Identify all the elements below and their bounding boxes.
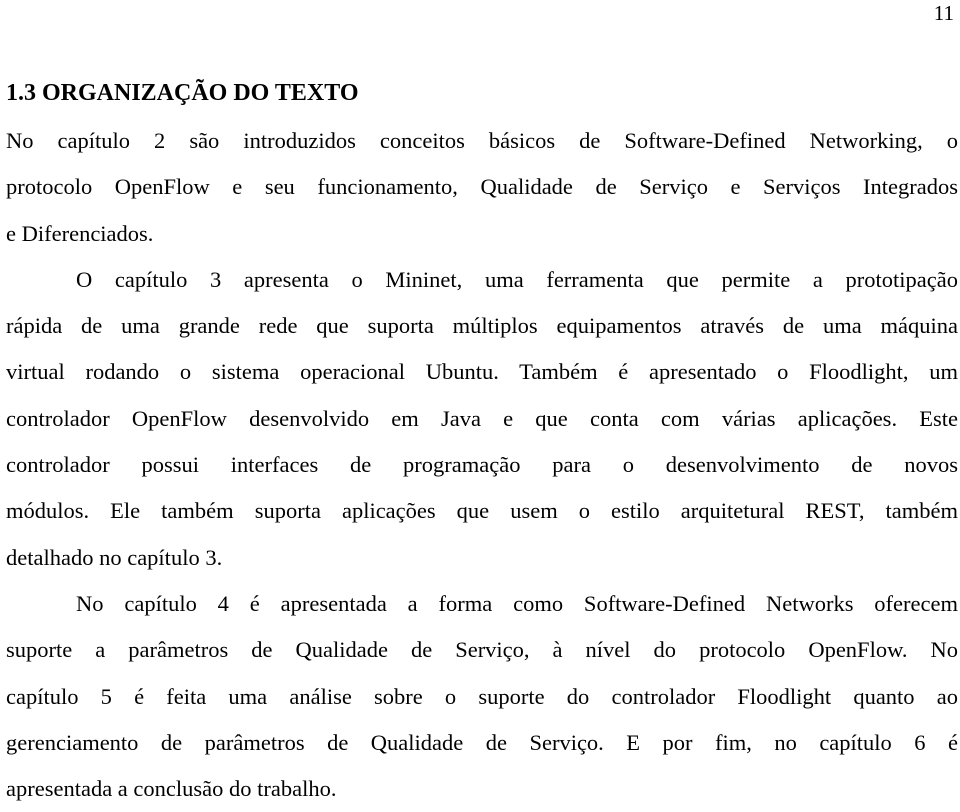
section-title: 1.3 ORGANIZAÇÃO DO TEXTO bbox=[6, 80, 359, 106]
text-line: capítulo 5 é feita uma análise sobre o s… bbox=[6, 683, 958, 709]
text-line: protocolo OpenFlow e seu funcionamento, … bbox=[6, 174, 958, 200]
text-line: No capítulo 4 é apresentada a forma como… bbox=[76, 590, 958, 616]
text-line: gerenciamento de parâmetros de Qualidade… bbox=[6, 729, 958, 755]
text-line: O capítulo 3 apresenta o Mininet, uma fe… bbox=[76, 266, 958, 292]
text-line: No capítulo 2 são introduzidos conceitos… bbox=[6, 128, 958, 153]
paragraph-chapter-3: O capítulo 3 apresenta o Mininet, uma fe… bbox=[6, 257, 958, 581]
text-line: detalhado no capítulo 3. bbox=[6, 544, 223, 570]
text-line: virtual rodando o sistema operacional Ub… bbox=[6, 359, 958, 385]
text-line: e Diferenciados. bbox=[6, 220, 154, 246]
text-line: suporte a parâmetros de Qualidade de Ser… bbox=[6, 637, 958, 663]
document-body: No capítulo 2 são introduzidos conceitos… bbox=[6, 118, 958, 812]
paragraph-chapters-4-6: No capítulo 4 é apresentada a forma como… bbox=[6, 581, 958, 812]
text-line: apresentada a conclusão do trabalho. bbox=[6, 776, 337, 802]
page-number: 11 bbox=[933, 1, 954, 25]
paragraph-chapter-2: No capítulo 2 são introduzidos conceitos… bbox=[6, 118, 958, 257]
text-line: controlador OpenFlow desenvolvido em Jav… bbox=[6, 405, 958, 431]
text-line: controlador possui interfaces de program… bbox=[6, 452, 958, 478]
text-line: rápida de uma grande rede que suporta mú… bbox=[6, 313, 958, 339]
text-line: módulos. Ele também suporta aplicações q… bbox=[6, 498, 958, 524]
